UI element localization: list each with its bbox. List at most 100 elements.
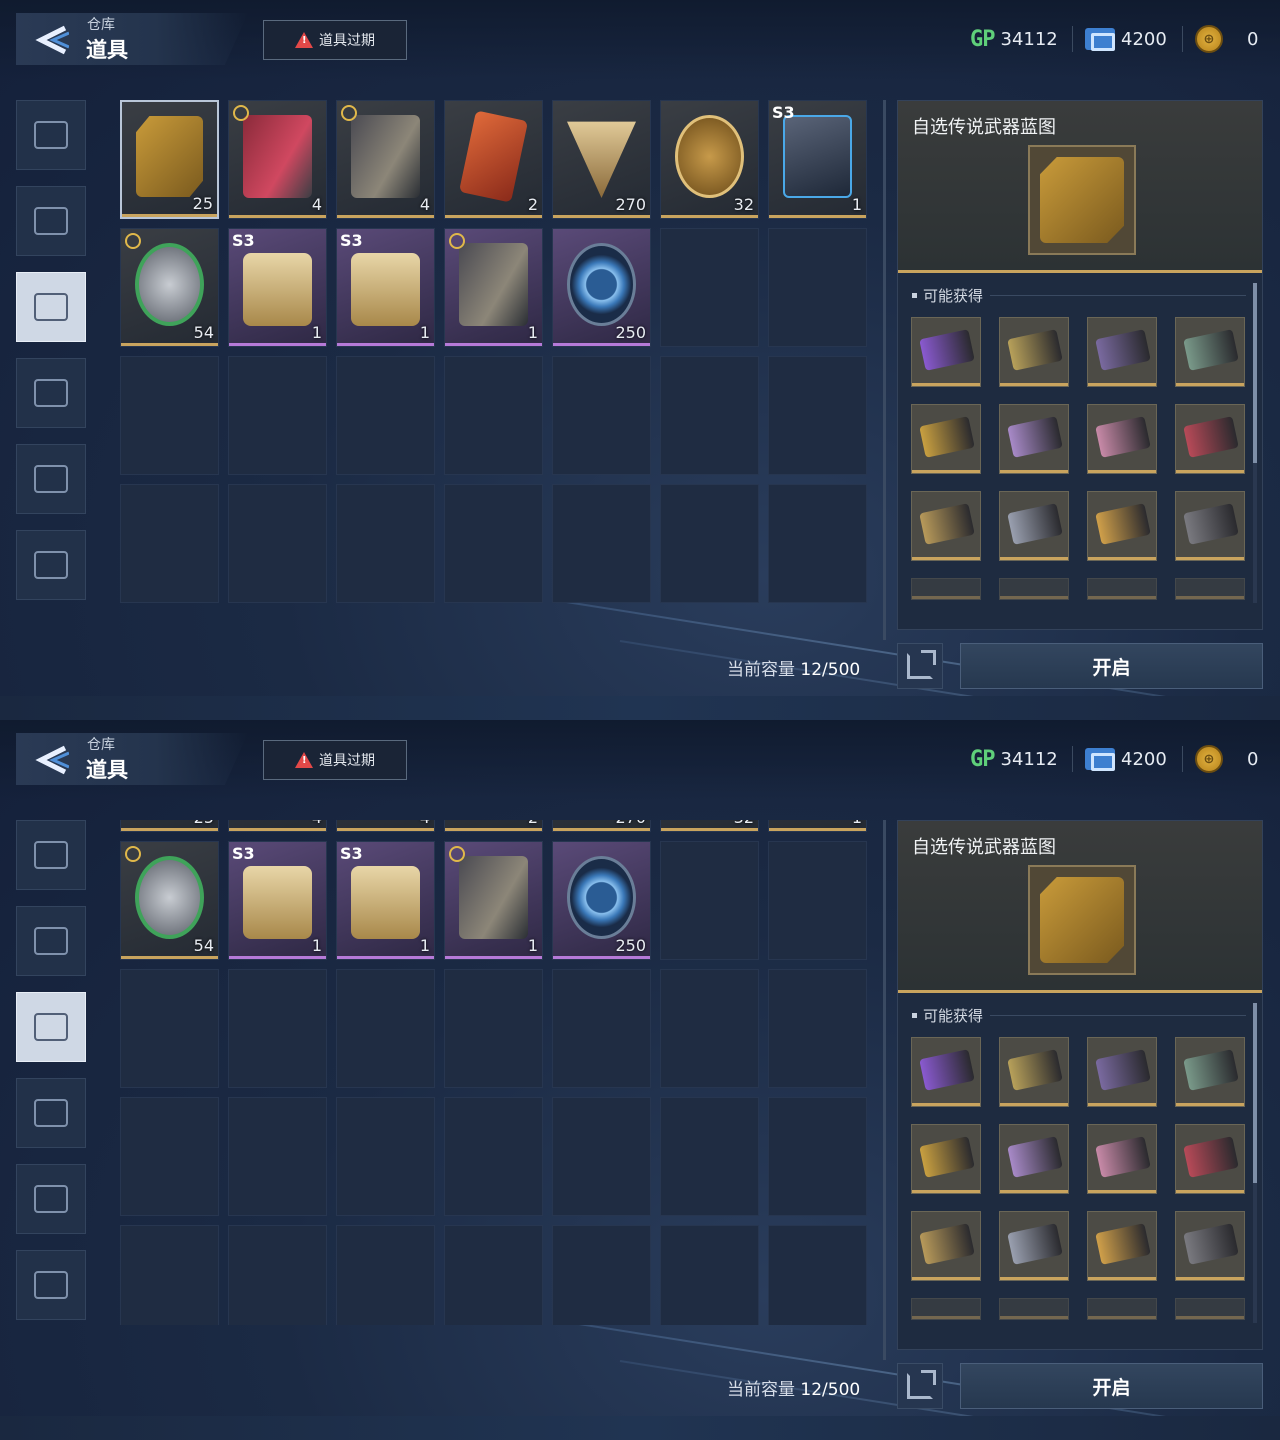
reward-item[interactable] bbox=[1087, 491, 1157, 561]
reward-item-partial[interactable] bbox=[999, 578, 1069, 600]
reward-item[interactable] bbox=[999, 1211, 1069, 1281]
reward-weapon-image bbox=[1007, 416, 1063, 458]
inventory-slot[interactable]: S31 bbox=[336, 841, 435, 960]
share-button[interactable] bbox=[897, 1363, 943, 1409]
breadcrumb-parent: 仓库 bbox=[87, 17, 115, 33]
reward-item[interactable] bbox=[1175, 404, 1245, 474]
reward-item[interactable] bbox=[1175, 317, 1245, 387]
reward-scroll-thumb[interactable] bbox=[1253, 1003, 1257, 1183]
reward-item-partial[interactable] bbox=[1087, 1298, 1157, 1320]
sidebar-tab-2[interactable] bbox=[16, 186, 86, 256]
reward-item[interactable] bbox=[911, 1037, 981, 1107]
inventory-slot[interactable]: S31 bbox=[768, 100, 867, 219]
reward-item[interactable] bbox=[1175, 491, 1245, 561]
currency-divider bbox=[1072, 26, 1073, 52]
reward-item[interactable] bbox=[999, 317, 1069, 387]
reward-item[interactable] bbox=[911, 317, 981, 387]
reward-item[interactable] bbox=[1087, 1211, 1157, 1281]
open-button[interactable]: 开启 bbox=[960, 643, 1263, 689]
inventory-slot[interactable]: S31 bbox=[228, 228, 327, 347]
inventory-slot[interactable]: 25 bbox=[120, 820, 219, 832]
item-image bbox=[351, 866, 420, 939]
back-button[interactable] bbox=[30, 738, 74, 782]
inventory-slot[interactable]: 32 bbox=[660, 820, 759, 832]
currency-divider bbox=[1182, 746, 1183, 772]
inventory-slot[interactable]: 4 bbox=[228, 820, 327, 832]
reward-item[interactable] bbox=[1087, 404, 1157, 474]
reward-item[interactable] bbox=[911, 1211, 981, 1281]
reward-item-partial[interactable] bbox=[1087, 578, 1157, 600]
inventory-slot[interactable]: 32 bbox=[660, 100, 759, 219]
reward-item-partial[interactable] bbox=[911, 1298, 981, 1320]
inventory-slot[interactable]: S31 bbox=[336, 228, 435, 347]
expired-items-button[interactable]: 道具过期 bbox=[263, 20, 407, 60]
inventory-slot[interactable]: S31 bbox=[228, 841, 327, 960]
sidebar-tab-2[interactable] bbox=[16, 906, 86, 976]
reward-item[interactable] bbox=[999, 1124, 1069, 1194]
empty-slot bbox=[228, 1225, 327, 1325]
reward-item[interactable] bbox=[1175, 1211, 1245, 1281]
expired-items-label: 道具过期 bbox=[319, 33, 375, 49]
sidebar-tab-6[interactable] bbox=[16, 1250, 86, 1320]
inventory-slot[interactable]: 270 bbox=[552, 820, 651, 832]
reward-item-partial[interactable] bbox=[999, 1298, 1069, 1320]
reward-item[interactable] bbox=[911, 1124, 981, 1194]
inventory-slot[interactable]: 2 bbox=[444, 820, 543, 832]
inventory-slot[interactable]: 250 bbox=[552, 228, 651, 347]
inventory-slot[interactable]: 270 bbox=[552, 100, 651, 219]
reward-weapon-image bbox=[1095, 416, 1151, 458]
rarity-bar bbox=[553, 828, 650, 831]
share-button[interactable] bbox=[897, 643, 943, 689]
reward-item[interactable] bbox=[1087, 1124, 1157, 1194]
empty-slot bbox=[768, 228, 867, 347]
back-button[interactable] bbox=[30, 18, 74, 62]
inventory-slot[interactable]: 25 bbox=[120, 100, 219, 219]
sidebar-tab-5[interactable] bbox=[16, 1164, 86, 1234]
inventory-slot[interactable]: 4 bbox=[228, 100, 327, 219]
blueprint-icon bbox=[1040, 157, 1124, 243]
inventory-slot[interactable]: 2 bbox=[444, 100, 543, 219]
sidebar-tab-1[interactable] bbox=[16, 820, 86, 890]
sidebar-tab-5[interactable] bbox=[16, 444, 86, 514]
reward-item-partial[interactable] bbox=[911, 578, 981, 600]
reward-item[interactable] bbox=[999, 404, 1069, 474]
inventory-slot[interactable]: 1 bbox=[444, 841, 543, 960]
rarity-bar bbox=[445, 215, 542, 218]
screen-bottom: 仓库道具道具过期GP341124200⊕02544227032S3154S31S… bbox=[0, 720, 1280, 1440]
item-image bbox=[783, 115, 852, 198]
season-tag: S3 bbox=[340, 844, 363, 863]
sidebar-tab-1[interactable] bbox=[16, 100, 86, 170]
inventory-slot[interactable]: 4 bbox=[336, 100, 435, 219]
open-button[interactable]: 开启 bbox=[960, 1363, 1263, 1409]
sidebar-tab-4[interactable] bbox=[16, 1078, 86, 1148]
item-image bbox=[351, 115, 420, 198]
reward-item[interactable] bbox=[999, 491, 1069, 561]
reward-item[interactable] bbox=[1175, 1037, 1245, 1107]
ticket-icon bbox=[1085, 748, 1115, 771]
inventory-slot[interactable]: 4 bbox=[336, 820, 435, 832]
reward-weapon-image bbox=[1007, 1049, 1063, 1091]
reward-item[interactable] bbox=[1087, 1037, 1157, 1107]
inventory-slot[interactable]: 250 bbox=[552, 841, 651, 960]
inventory-slot[interactable]: 54 bbox=[120, 841, 219, 960]
reward-item-partial[interactable] bbox=[1175, 1298, 1245, 1320]
reward-item[interactable] bbox=[911, 404, 981, 474]
reward-item[interactable] bbox=[1087, 317, 1157, 387]
inventory-slot[interactable]: S31 bbox=[768, 820, 867, 832]
inventory-slot[interactable]: 1 bbox=[444, 228, 543, 347]
reward-item[interactable] bbox=[999, 1037, 1069, 1107]
sidebar-tab-4[interactable] bbox=[16, 358, 86, 428]
inventory-slot[interactable]: 54 bbox=[120, 228, 219, 347]
reward-item[interactable] bbox=[911, 491, 981, 561]
expired-items-button[interactable]: 道具过期 bbox=[263, 740, 407, 780]
reward-item-partial[interactable] bbox=[1175, 578, 1245, 600]
season-tag: S3 bbox=[340, 231, 363, 250]
reward-scroll-thumb[interactable] bbox=[1253, 283, 1257, 463]
empty-slot bbox=[768, 1097, 867, 1216]
reward-weapon-image bbox=[1007, 1223, 1063, 1265]
sidebar-tab-6[interactable] bbox=[16, 530, 86, 600]
sidebar-tab-3[interactable] bbox=[16, 272, 86, 342]
sidebar-tab-3[interactable] bbox=[16, 992, 86, 1062]
reward-item[interactable] bbox=[1175, 1124, 1245, 1194]
warning-icon bbox=[295, 752, 313, 768]
